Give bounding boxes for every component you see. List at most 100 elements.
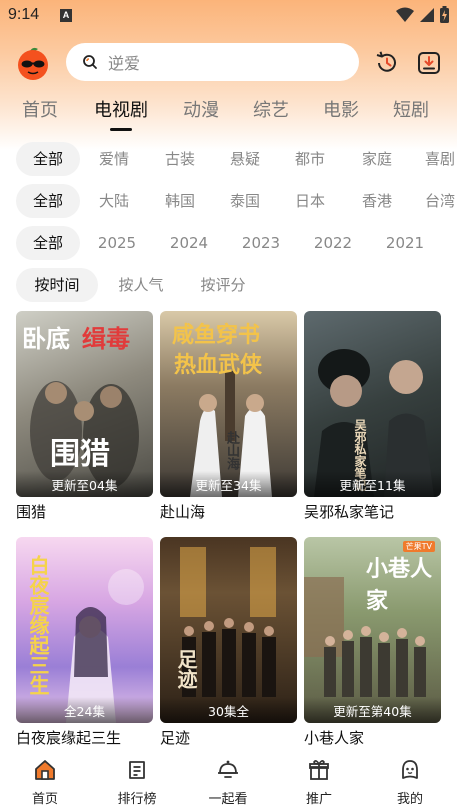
download-icon[interactable] xyxy=(416,50,442,76)
year-chip[interactable]: 2023 xyxy=(232,226,290,260)
tab-anime[interactable]: 动漫 xyxy=(183,96,219,122)
watch-together-icon xyxy=(218,760,238,778)
nav-label: 我的 xyxy=(396,792,423,807)
tab-variety[interactable]: 综艺 xyxy=(253,96,289,122)
sort-filter-row: 按时间 按人气 按评分 xyxy=(0,268,457,302)
region-chip[interactable]: 全部 xyxy=(16,184,80,218)
poster-title-text: 赴山海 xyxy=(224,431,239,470)
region-chip[interactable]: 大陆 xyxy=(84,184,144,218)
notification-icon: A xyxy=(60,9,72,22)
status-icons xyxy=(396,6,449,23)
video-poster[interactable]: 白夜宸缘起三生 全24集 xyxy=(16,537,153,723)
tab-home[interactable]: 首页 xyxy=(22,96,58,122)
episode-badge: 30集全 xyxy=(160,697,297,723)
status-time: 9:14 xyxy=(8,6,40,23)
gift-icon xyxy=(309,760,329,780)
nav-profile[interactable]: 我的 xyxy=(375,758,445,807)
genre-chip[interactable]: 喜剧 xyxy=(413,142,457,176)
history-icon[interactable] xyxy=(374,50,400,76)
nav-label: 排行榜 xyxy=(117,792,157,807)
video-card[interactable]: 卧底 缉毒 围猎 更新至04集 围猎 xyxy=(16,311,153,522)
year-chip[interactable]: 2022 xyxy=(304,226,362,260)
genre-chip[interactable]: 爱情 xyxy=(84,142,144,176)
sort-chip[interactable]: 按人气 xyxy=(108,268,174,302)
sort-chip[interactable]: 按时间 xyxy=(16,268,98,302)
nav-label: 一起看 xyxy=(208,792,248,807)
poster-title-text: 缉毒 xyxy=(82,324,130,353)
platform-logo: 芒果TV xyxy=(402,541,435,552)
sort-chip[interactable]: 按评分 xyxy=(190,268,256,302)
nav-watch-together[interactable]: 一起看 xyxy=(193,758,263,807)
search-placeholder: 逆爱 xyxy=(108,54,141,73)
year-chip[interactable]: 2021 xyxy=(376,226,434,260)
poster-figures xyxy=(180,547,276,697)
search-icon xyxy=(83,55,97,69)
nav-label: 推广 xyxy=(305,792,332,807)
poster-title-text: 足迹 xyxy=(174,649,198,689)
genre-chip[interactable]: 都市 xyxy=(280,142,340,176)
video-poster[interactable]: 小巷人家 芒果TV 更新至第40集 xyxy=(304,537,441,723)
region-filter-row: 全部 大陆 韩国 泰国 日本 香港 台湾 xyxy=(0,184,457,218)
ranking-icon xyxy=(129,761,145,779)
region-chip[interactable]: 日本 xyxy=(280,184,340,218)
video-card[interactable]: 足迹 30集全 足迹 xyxy=(160,537,297,748)
video-title[interactable]: 围猎 xyxy=(16,501,153,522)
video-title[interactable]: 小巷人家 xyxy=(304,727,441,748)
signal-icon xyxy=(420,7,434,22)
episode-badge: 更新至第40集 xyxy=(304,697,441,723)
poster-title-text: 热血武侠 xyxy=(174,352,263,378)
video-poster[interactable]: 吴邪私家笔记 更新至11集 xyxy=(304,311,441,497)
video-card[interactable]: 吴邪私家笔记 更新至11集 吴邪私家笔记 xyxy=(304,311,441,522)
year-chip[interactable]: 全部 xyxy=(16,226,80,260)
channel-tabs: 首页 电视剧 动漫 综艺 电影 短剧 xyxy=(0,96,457,136)
year-filter-row: 全部 2025 2024 2023 2022 2021 xyxy=(0,226,457,260)
episode-badge: 更新至04集 xyxy=(16,471,153,497)
episode-badge: 全24集 xyxy=(16,697,153,723)
episode-badge: 更新至34集 xyxy=(160,471,297,497)
video-title[interactable]: 白夜宸缘起三生 xyxy=(16,727,153,748)
tab-tv-series[interactable]: 电视剧 xyxy=(94,96,148,122)
video-title[interactable]: 足迹 xyxy=(160,727,297,748)
search-bar[interactable]: 逆爱 xyxy=(66,43,359,81)
poster-title-text: 围猎 xyxy=(50,437,110,472)
tab-short-drama[interactable]: 短剧 xyxy=(393,96,429,122)
video-poster[interactable]: 足迹 30集全 xyxy=(160,537,297,723)
region-chip[interactable]: 泰国 xyxy=(215,184,275,218)
video-card[interactable]: 白夜宸缘起三生 全24集 白夜宸缘起三生 xyxy=(16,537,153,748)
home-icon xyxy=(35,760,55,780)
app-logo xyxy=(18,47,48,80)
poster-title-text: 卧底 xyxy=(22,324,70,353)
battery-icon xyxy=(440,6,449,23)
nav-ranking[interactable]: 排行榜 xyxy=(102,758,172,807)
video-poster[interactable]: 咸鱼穿书 热血武侠 赴山海 更新至34集 xyxy=(160,311,297,497)
genre-chip[interactable]: 古装 xyxy=(150,142,210,176)
poster-figures xyxy=(314,349,434,497)
video-title[interactable]: 吴邪私家笔记 xyxy=(304,501,441,522)
nav-promotion[interactable]: 推广 xyxy=(284,758,354,807)
video-title[interactable]: 赴山海 xyxy=(160,501,297,522)
profile-icon xyxy=(402,760,418,779)
genre-chip[interactable]: 全部 xyxy=(16,142,80,176)
year-chip[interactable]: 2025 xyxy=(88,226,146,260)
genre-chip[interactable]: 悬疑 xyxy=(215,142,275,176)
poster-title-text: 小巷人家 xyxy=(366,556,433,614)
poster-title-text: 咸鱼穿书 xyxy=(172,322,261,348)
genre-chip[interactable]: 家庭 xyxy=(347,142,407,176)
video-card[interactable]: 咸鱼穿书 热血武侠 赴山海 更新至34集 赴山海 xyxy=(160,311,297,522)
active-tab-indicator xyxy=(110,128,132,131)
genre-filter-row: 全部 爱情 古装 悬疑 都市 家庭 喜剧 xyxy=(0,142,457,176)
tab-movie[interactable]: 电影 xyxy=(323,96,359,122)
video-card[interactable]: 小巷人家 芒果TV 更新至第40集 小巷人家 xyxy=(304,537,441,748)
status-bar: 9:14 A xyxy=(0,0,457,32)
year-chip[interactable]: 2024 xyxy=(160,226,218,260)
region-chip[interactable]: 韩国 xyxy=(150,184,210,218)
bottom-nav: 首页 排行榜 一起看 推广 我的 xyxy=(0,752,457,812)
video-poster[interactable]: 卧底 缉毒 围猎 更新至04集 xyxy=(16,311,153,497)
wifi-icon xyxy=(396,7,414,22)
nav-home[interactable]: 首页 xyxy=(10,758,80,807)
episode-badge: 更新至11集 xyxy=(304,471,441,497)
region-chip[interactable]: 香港 xyxy=(347,184,407,218)
nav-label: 首页 xyxy=(31,792,58,807)
poster-title-text: 白夜宸缘起三生 xyxy=(26,555,50,695)
region-chip[interactable]: 台湾 xyxy=(413,184,457,218)
